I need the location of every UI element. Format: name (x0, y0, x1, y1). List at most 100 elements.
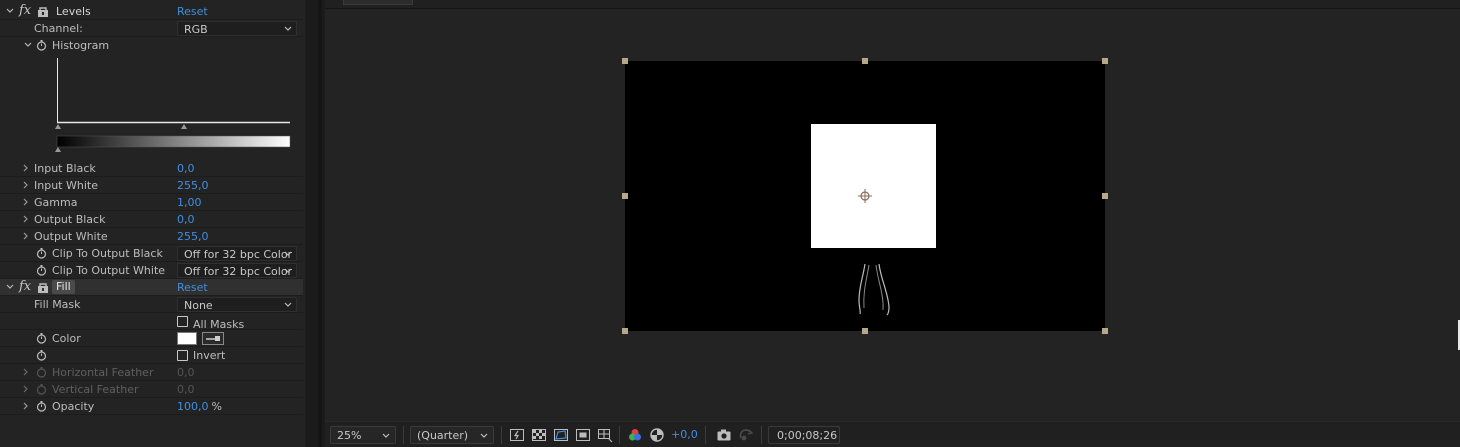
toolbar-separator (761, 426, 762, 444)
color-channels-icon[interactable] (627, 427, 643, 443)
color-label: Color (52, 332, 81, 345)
chevron-down-icon (284, 268, 292, 273)
mask-visibility-icon[interactable] (553, 427, 569, 443)
opacity-value[interactable]: 100,0% (177, 400, 222, 413)
prop-input-black: Input Black 0,0 (0, 160, 303, 177)
prop-value[interactable]: 255,0 (177, 179, 209, 192)
resolution-dropdown[interactable]: (Quarter) (410, 426, 494, 444)
color-swatch[interactable] (177, 332, 197, 345)
transform-handle-top[interactable] (862, 58, 868, 64)
chevron-right-icon[interactable] (22, 180, 30, 190)
camera-icon[interactable] (716, 427, 732, 443)
white-solid-layer[interactable] (811, 124, 936, 248)
channel-row: Channel: RGB (0, 20, 303, 37)
fill-mask-row: Fill Mask None (0, 296, 303, 313)
chevron-down-icon (382, 433, 390, 438)
levels-reset-link[interactable]: Reset (177, 5, 208, 18)
opacity-number[interactable]: 100,0 (177, 400, 209, 413)
viewer-tab[interactable] (343, 0, 413, 5)
stopwatch-icon[interactable] (36, 401, 47, 412)
grid-guides-icon[interactable] (597, 427, 613, 443)
chevron-down-icon (284, 26, 292, 31)
all-masks-checkbox[interactable] (177, 316, 188, 327)
stopwatch-icon[interactable] (36, 40, 47, 51)
chevron-right-icon[interactable] (22, 384, 30, 394)
transform-handle-right[interactable] (1102, 193, 1108, 199)
transform-handle-bottom-right[interactable] (1102, 328, 1108, 334)
histogram-row: Histogram (0, 37, 303, 54)
prop-label: Output Black (34, 213, 106, 226)
prop-label: Output White (34, 230, 108, 243)
clip-output-white-dropdown[interactable]: Off for 32 bpc Color (177, 263, 297, 278)
fill-reset-link[interactable]: Reset (177, 281, 208, 294)
effect-name-levels: Levels (56, 5, 91, 18)
chevron-down-icon (480, 433, 488, 438)
chevron-right-icon[interactable] (22, 401, 30, 411)
invert-label: Invert (193, 349, 226, 362)
exposure-value[interactable]: +0,0 (671, 428, 698, 441)
panel-splitter[interactable] (305, 0, 325, 447)
opacity-unit: % (211, 400, 222, 413)
gamma-slider (181, 124, 187, 129)
stopwatch-icon[interactable] (36, 248, 47, 259)
fill-mask-dropdown[interactable]: None (177, 297, 297, 312)
current-time-display[interactable]: 0;00;08;26 (768, 426, 840, 444)
clip-output-white-row: Clip To Output White Off for 32 bpc Colo… (0, 262, 303, 279)
composition-viewer[interactable]: 25% (Quarter) +0,0 0;00;08;26 (325, 0, 1460, 447)
region-of-interest-icon[interactable] (575, 427, 591, 443)
fast-preview-icon[interactable] (509, 427, 525, 443)
eyedropper-icon[interactable] (202, 332, 224, 345)
chevron-down-icon (284, 302, 292, 307)
anchor-point-icon[interactable] (857, 188, 873, 204)
lock-icon (38, 283, 48, 293)
lock-icon (38, 7, 48, 17)
transform-handle-bottom-left[interactable] (622, 328, 628, 334)
prop-value[interactable]: 0,0 (177, 162, 195, 175)
horizontal-feather-row: Horizontal Feather 0,0 (0, 364, 303, 381)
horizontal-feather-label: Horizontal Feather (52, 366, 154, 379)
chevron-right-icon[interactable] (22, 197, 30, 207)
clip-output-black-label: Clip To Output Black (52, 247, 163, 260)
channel-dropdown[interactable]: RGB (177, 21, 297, 36)
invert-checkbox[interactable] (177, 350, 188, 361)
toolbar-separator (619, 426, 620, 444)
prop-value[interactable]: 255,0 (177, 230, 209, 243)
chevron-right-icon[interactable] (22, 163, 30, 173)
fx-icon[interactable]: fx (19, 279, 31, 294)
input-black-slider (55, 124, 61, 129)
prop-label: Input White (34, 179, 98, 192)
chevron-down-icon[interactable] (6, 6, 14, 16)
transform-handle-top-right[interactable] (1102, 58, 1108, 64)
reset-exposure-icon[interactable] (649, 427, 665, 443)
stopwatch-icon[interactable] (36, 333, 47, 344)
prop-value[interactable]: 0,0 (177, 213, 195, 226)
transform-handle-left[interactable] (622, 193, 628, 199)
stopwatch-icon[interactable] (36, 265, 47, 276)
chevron-right-icon[interactable] (22, 214, 30, 224)
transform-handle-top-left[interactable] (622, 58, 628, 64)
clip-output-black-dropdown[interactable]: Off for 32 bpc Color (177, 246, 297, 261)
effect-name-fill[interactable]: Fill (52, 280, 75, 294)
chevron-down-icon[interactable] (6, 282, 14, 292)
transparency-grid-icon[interactable] (531, 427, 547, 443)
zoom-value: 25% (337, 429, 362, 442)
channel-value: RGB (184, 23, 208, 36)
show-snapshot-icon[interactable] (738, 427, 754, 443)
prop-value[interactable]: 1,00 (177, 196, 202, 209)
fx-icon[interactable]: fx (19, 3, 31, 18)
levels-effect-header[interactable]: fx Levels Reset (0, 3, 303, 20)
channel-label: Channel: (34, 22, 83, 35)
levels-histogram[interactable] (55, 58, 295, 153)
clip-output-white-label: Clip To Output White (52, 264, 166, 277)
transform-handle-bottom[interactable] (862, 328, 868, 334)
fill-mask-value: None (184, 299, 213, 312)
prop-label: Input Black (34, 162, 96, 175)
all-masks-row: All Masks (0, 313, 303, 331)
magnification-dropdown[interactable]: 25% (330, 426, 396, 444)
chevron-right-icon[interactable] (22, 231, 30, 241)
chevron-down-icon[interactable] (24, 40, 32, 50)
chevron-right-icon[interactable] (22, 367, 30, 377)
fill-effect-header[interactable]: fx Fill Reset (0, 279, 303, 296)
stopwatch-icon[interactable] (36, 350, 47, 361)
chevron-down-icon (284, 251, 292, 256)
